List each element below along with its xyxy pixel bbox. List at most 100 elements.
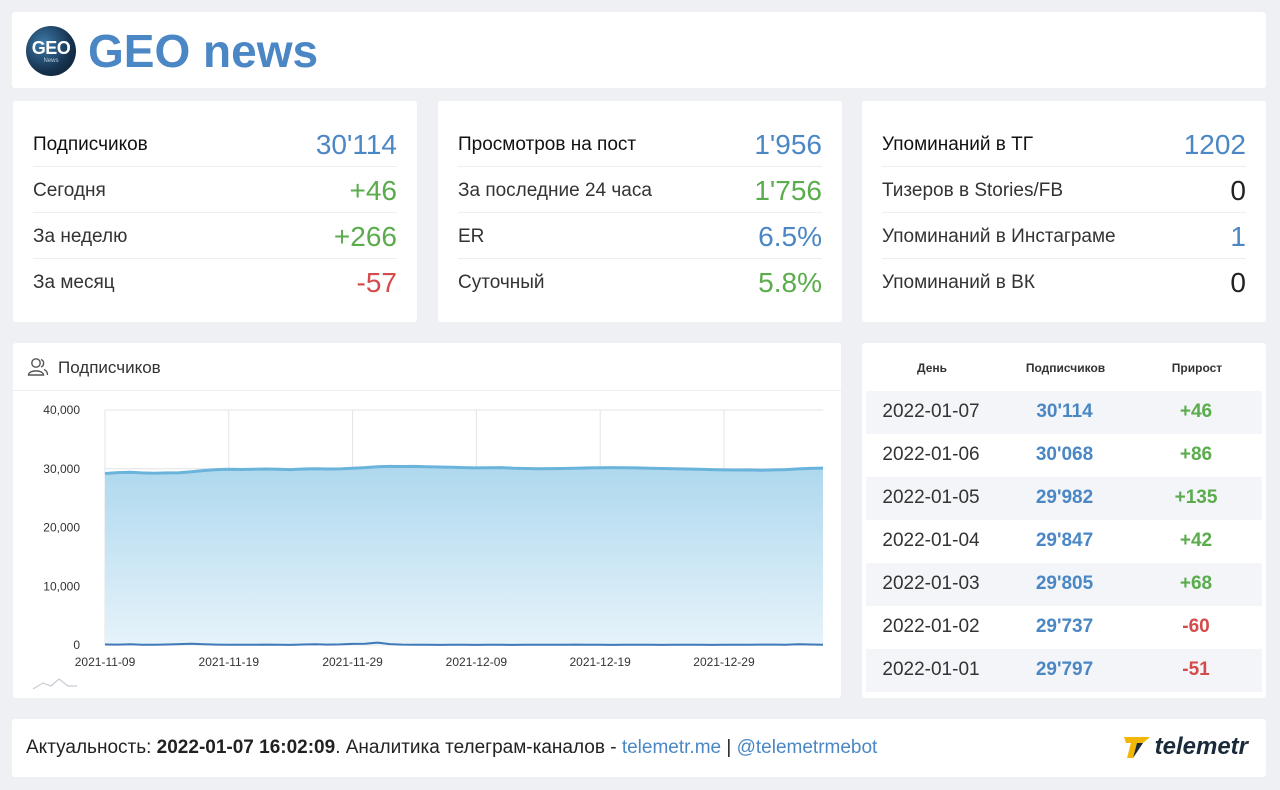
x-tick-label: 2021-11-09 [75, 655, 136, 669]
table-cell-gain: +46 [1179, 401, 1213, 422]
y-tick-label: 0 [73, 638, 80, 652]
telemetr-brand[interactable]: telemetr [1123, 733, 1248, 761]
logo-text: GEO [31, 38, 71, 58]
telemetr-logo-icon [1123, 737, 1150, 758]
table-cell-gain: +68 [1179, 573, 1213, 594]
stat-label: За месяц [33, 272, 115, 293]
footer-text: Актуальность: 2022-01-07 16:02:09. Анали… [26, 737, 877, 759]
footer-card: Актуальность: 2022-01-07 16:02:09. Анали… [12, 719, 1266, 777]
table-cell-date: 2022-01-01 [882, 659, 980, 680]
x-tick-label: 2021-12-09 [446, 655, 508, 669]
table-cell-subscribers: 30'114 [1036, 401, 1093, 422]
x-tick-label: 2021-11-19 [199, 655, 260, 669]
subscribers-stat-row: Подписчиков 30'114 [33, 121, 397, 167]
stat-value: 6.5% [758, 221, 822, 252]
x-tick-label: 2021-11-29 [322, 655, 383, 669]
stat-label: Подписчиков [33, 134, 148, 155]
table-cell-subscribers: 29'847 [1035, 530, 1094, 551]
telemetr-bot-link[interactable]: @telemetrmebot [737, 737, 878, 758]
stat-label: За неделю [33, 226, 128, 247]
stat-label: Упоминаний в ТГ [882, 134, 1034, 155]
col-header-subscribers: Подписчиков [1025, 361, 1106, 375]
table-cell-date: 2022-01-02 [882, 616, 980, 637]
telemetr-brand-text: telemetr [1154, 733, 1248, 760]
stat-label: Просмотров на пост [458, 134, 637, 155]
table-cell-date: 2022-01-06 [882, 444, 980, 465]
stat-value: +266 [333, 221, 397, 252]
table-cell-gain: -60 [1182, 616, 1210, 637]
table-cell-gain: +135 [1174, 487, 1218, 508]
stat-label: Упоминаний в Инстаграме [882, 226, 1116, 247]
stat-label: Сегодня [33, 180, 106, 201]
subscribers-chart-card: Подписчиков 0 10,000 20,000 30,000 40,000 202… [13, 343, 841, 698]
telemetr-link[interactable]: telemetr.me [622, 737, 721, 758]
x-tick-label: 2021-12-29 [693, 655, 755, 669]
views-stat-row: Суточный 5.8% [458, 259, 822, 305]
footer-timestamp: 2022-01-07 16:02:09 [156, 737, 336, 758]
y-tick-label: 30,000 [43, 462, 80, 476]
stat-value: 1 [1230, 221, 1246, 252]
table-cell-subscribers: 29'737 [1035, 616, 1094, 637]
views-stats-card: Просмотров на пост 1'956 За последние 24 ч… [438, 101, 842, 322]
logo-sub: News [43, 58, 59, 64]
navigator-icon [32, 678, 77, 690]
stat-label: Тизеров в Stories/FB [882, 180, 1064, 201]
stat-value: -57 [356, 267, 397, 298]
footer-sep: | [721, 737, 737, 758]
subscribers-area [105, 466, 823, 645]
subscribers-stats-card: Подписчиков 30'114 Сегодня +46 За неделю +266… [13, 101, 417, 322]
mentions-stat-row: Упоминаний в ТГ 1202 [882, 121, 1246, 167]
stat-value: 30'114 [315, 129, 397, 160]
table-row: 2022-01-02 29'737 -60 [866, 606, 1262, 649]
table-cell-gain: -51 [1182, 659, 1210, 680]
table-row: 2022-01-06 30'068 +86 [866, 434, 1262, 477]
col-header-gain: Прирост [1171, 361, 1223, 375]
stat-value: 0 [1230, 267, 1246, 298]
mentions-stat-row: Тизеров в Stories/FB 0 [882, 167, 1246, 213]
subscribers-stat-row: За месяц -57 [33, 259, 397, 305]
table-cell-date: 2022-01-07 [882, 401, 980, 422]
table-row: 2022-01-03 29'805 +68 [866, 563, 1262, 606]
table-cell-subscribers: 30'068 [1035, 444, 1094, 465]
stat-value: 1'956 [754, 129, 822, 160]
y-tick-label: 20,000 [43, 521, 80, 535]
stat-value: 0 [1230, 175, 1246, 206]
views-stat-row: ER 6.5% [458, 213, 822, 259]
table-cell-date: 2022-01-03 [882, 573, 980, 594]
subscribers-stat-row: Сегодня +46 [33, 167, 397, 213]
stat-label: Суточный [458, 272, 545, 293]
y-tick-label: 10,000 [43, 579, 80, 593]
stat-label: ER [458, 226, 485, 247]
footer-middle: . Аналитика телеграм-каналов - [335, 737, 622, 758]
footer-prefix: Актуальность: [26, 737, 157, 758]
col-header-day: День [917, 361, 947, 375]
stat-label: Упоминаний в ВК [882, 272, 1035, 293]
table-cell-subscribers: 29'797 [1035, 659, 1094, 680]
subscribers-chart: 0 10,000 20,000 30,000 40,000 2021-11-09 2021-… [32, 403, 824, 690]
mentions-stat-row: Упоминаний в Инстаграме 1 [882, 213, 1246, 259]
table-cell-date: 2022-01-04 [882, 530, 980, 551]
stat-value: +46 [349, 175, 398, 206]
table-cell-gain: +42 [1179, 530, 1213, 551]
table-row: 2022-01-04 29'847 +42 [866, 520, 1262, 563]
channel-logo: GEO News [26, 26, 76, 76]
header-card: GEO News GEO news [12, 12, 1266, 88]
x-tick-label: 2021-12-19 [569, 655, 631, 669]
views-stat-row: За последние 24 часа 1'756 [458, 167, 822, 213]
subscribers-stat-row: За неделю +266 [33, 213, 397, 259]
table-row: 2022-01-01 29'797 -51 [866, 649, 1262, 692]
stat-value: 5.8% [758, 267, 822, 298]
stat-label: За последние 24 часа [458, 180, 652, 201]
table-cell-gain: +86 [1179, 444, 1213, 465]
views-stat-row: Просмотров на пост 1'956 [458, 121, 822, 167]
channel-title: GEO news [88, 25, 319, 77]
table-cell-subscribers: 29'982 [1035, 487, 1094, 508]
daily-table-card: День Подписчиков Прирост 2022-01-07 30'11… [862, 343, 1266, 698]
table-row: 2022-01-07 30'114 +46 [866, 391, 1262, 434]
stat-value: 1'756 [754, 175, 822, 206]
mentions-stats-card: Упоминаний в ТГ 1202 Тизеров в Stories/FB 0… [862, 101, 1266, 322]
table-cell-date: 2022-01-05 [882, 487, 980, 508]
y-tick-label: 40,000 [43, 403, 80, 417]
stat-value: 1202 [1183, 129, 1246, 160]
table-row: 2022-01-05 29'982 +135 [866, 477, 1262, 520]
